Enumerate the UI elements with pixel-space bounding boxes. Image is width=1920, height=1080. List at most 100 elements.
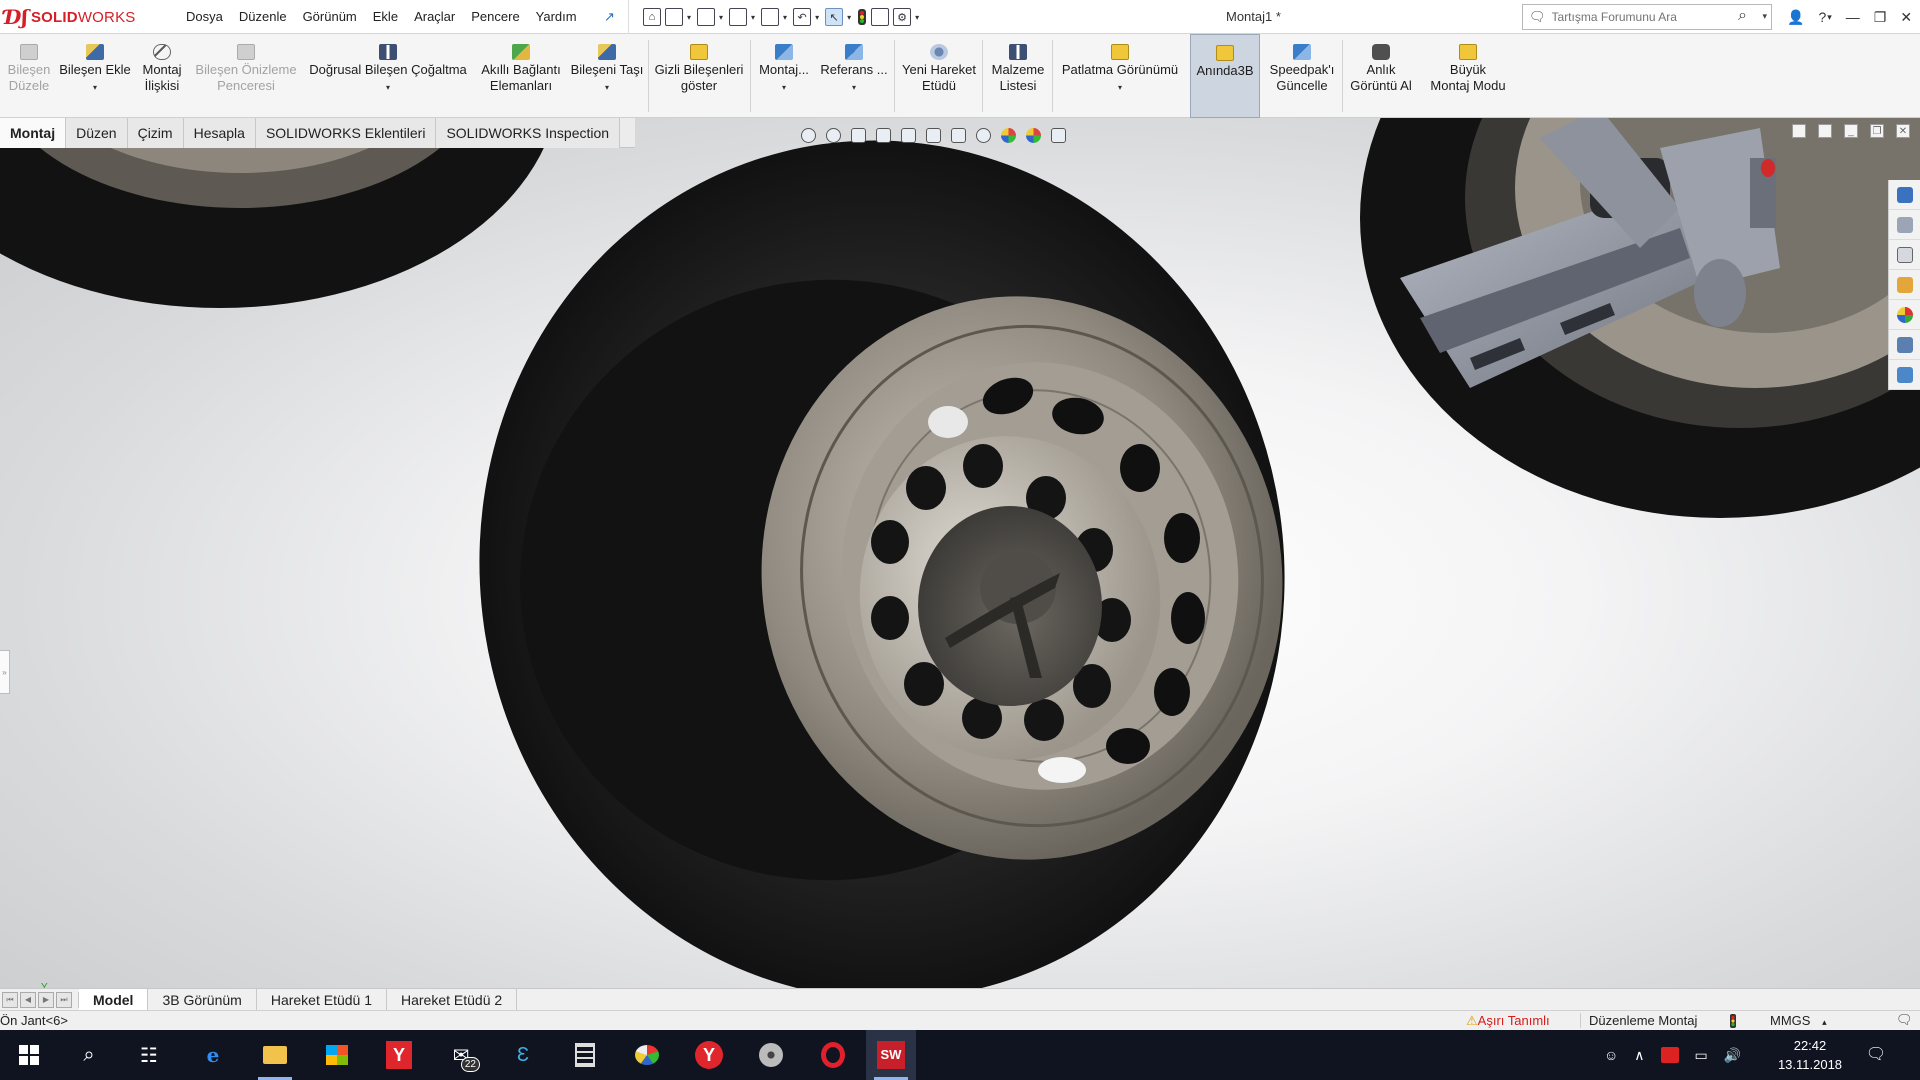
volume-icon[interactable]: 🔊 — [1724, 1047, 1741, 1064]
save-icon[interactable] — [729, 8, 748, 26]
file-explorer-tab[interactable] — [1889, 240, 1920, 270]
tab-solidworks-eklentileri[interactable]: SOLIDWORKS Eklentileri — [255, 118, 437, 148]
opera-browser-icon[interactable] — [808, 1030, 858, 1080]
menu-gorunum[interactable]: Görünüm — [295, 0, 365, 34]
move-component-button[interactable]: Bileşeni Taşı ▾ — [570, 34, 644, 118]
mail-icon[interactable]: ✉ 22 — [436, 1030, 486, 1080]
show-hidden-components-button[interactable]: Gizli Bileşenleri göster — [652, 34, 746, 118]
microsoft-store-icon[interactable] — [312, 1030, 362, 1080]
apply-scene-icon[interactable] — [1026, 127, 1041, 143]
forum-search-input[interactable] — [1551, 10, 1722, 24]
paint-icon[interactable] — [622, 1030, 672, 1080]
viewport-tile-icon[interactable] — [1792, 124, 1806, 138]
start-button[interactable] — [4, 1030, 54, 1080]
pin-menu-icon[interactable]: ↗ — [604, 9, 615, 25]
tab-montaj[interactable]: Montaj — [0, 118, 67, 148]
viewport-minimize-icon[interactable]: _ — [1844, 124, 1858, 138]
large-assembly-mode-button[interactable]: Büyük Montaj Modu — [1420, 34, 1516, 118]
take-snapshot-button[interactable]: Anlık Görüntü Al — [1344, 34, 1418, 118]
calculator-icon[interactable] — [560, 1030, 610, 1080]
search-icon[interactable]: ⌕ — [1738, 7, 1747, 25]
reference-geometry-button[interactable]: Referans ... ▾ — [816, 34, 892, 118]
user-account-icon[interactable]: 👤 — [1787, 9, 1804, 26]
print-dropdown-icon[interactable]: ▾ — [783, 13, 787, 22]
tray-overflow-icon[interactable]: ∧ — [1634, 1047, 1644, 1064]
exploded-view-dropdown-icon[interactable]: ▾ — [1118, 80, 1122, 96]
close-icon[interactable]: ✕ — [1900, 9, 1912, 26]
select-cursor-icon[interactable]: ↖ — [825, 8, 844, 26]
custom-properties-tab[interactable] — [1889, 330, 1920, 360]
display-style-icon[interactable] — [951, 127, 966, 143]
file-explorer-icon[interactable] — [250, 1030, 300, 1080]
tab-motion-study-1[interactable]: Hareket Etüdü 1 — [257, 988, 387, 1011]
menu-pencere[interactable]: Pencere — [463, 0, 527, 34]
solidworks-resources-tab[interactable] — [1889, 180, 1920, 210]
appearances-tab[interactable] — [1889, 300, 1920, 330]
graphics-area[interactable]: » Y X Z — [0, 118, 1920, 988]
file-properties-icon[interactable] — [871, 8, 890, 26]
options-dropdown-icon[interactable]: ▾ — [915, 13, 919, 22]
undo-icon[interactable]: ↶ — [793, 8, 812, 26]
rebuild-status-icon[interactable] — [1730, 1014, 1736, 1031]
tab-cizim[interactable]: Çizim — [127, 118, 184, 148]
view-settings-icon[interactable] — [1051, 127, 1066, 143]
design-library-tab[interactable] — [1889, 210, 1920, 240]
feature-manager-expander[interactable]: » — [0, 650, 10, 694]
linear-pattern-button[interactable]: Doğrusal Bileşen Çoğaltma ▾ — [304, 34, 472, 118]
hide-show-items-icon[interactable] — [976, 127, 991, 143]
solidworks-logo[interactable]: Ɗʃ SOLIDWORKS — [4, 2, 154, 32]
exploded-view-button[interactable]: Patlatma Görünümü ▾ — [1056, 34, 1184, 118]
move-component-dropdown-icon[interactable]: ▾ — [605, 80, 609, 96]
zoom-to-fit-icon[interactable] — [801, 127, 816, 143]
open-dropdown-icon[interactable]: ▾ — [719, 13, 723, 22]
viewport-split-icon[interactable] — [1818, 124, 1832, 138]
tab-solidworks-inspection[interactable]: SOLIDWORKS Inspection — [436, 118, 621, 148]
new-document-icon[interactable] — [665, 8, 683, 26]
edit-component-button[interactable]: Bileşen Düzele — [6, 34, 52, 118]
help-icon[interactable]: ? — [1818, 9, 1826, 25]
view-orientation-icon[interactable] — [926, 127, 941, 143]
forum-tab[interactable] — [1889, 360, 1920, 390]
menu-duzenle[interactable]: Düzenle — [231, 0, 295, 34]
action-center-icon[interactable]: 🗨 — [1864, 1042, 1888, 1066]
minimize-icon[interactable]: — — [1846, 9, 1860, 25]
linear-pattern-dropdown-icon[interactable]: ▾ — [386, 80, 390, 96]
viewport-close-icon[interactable]: ✕ — [1896, 124, 1910, 138]
battery-icon[interactable]: ▭ — [1695, 1047, 1708, 1064]
assembly-features-button[interactable]: Montaj... ▾ — [754, 34, 814, 118]
menu-araclar[interactable]: Araçlar — [406, 0, 463, 34]
zoom-to-area-icon[interactable] — [826, 127, 841, 143]
home-icon[interactable]: ⌂ — [643, 8, 661, 26]
edge-browser-icon[interactable]: e — [188, 1030, 238, 1080]
task-view-icon[interactable]: ☷ — [124, 1030, 174, 1080]
undo-dropdown-icon[interactable]: ▾ — [815, 13, 819, 22]
open-folder-icon[interactable] — [697, 8, 716, 26]
previous-tab-icon[interactable]: ◀ — [20, 991, 36, 1008]
mate-button[interactable]: Montaj İlişkisi — [136, 34, 188, 118]
new-motion-study-button[interactable]: Yeni Hareket Etüdü — [898, 34, 980, 118]
print-icon[interactable] — [761, 8, 780, 26]
section-view-icon[interactable] — [876, 127, 891, 143]
over-defined-warning[interactable]: ⚠Aşırı Tanımlı — [1466, 1013, 1550, 1029]
tab-3d-view[interactable]: 3B Görünüm — [148, 988, 257, 1011]
insert-component-button[interactable]: Bileşen Ekle ▾ — [56, 34, 134, 118]
assembly-features-dropdown-icon[interactable]: ▾ — [782, 80, 786, 96]
view-palette-tab[interactable] — [1889, 270, 1920, 300]
component-preview-button[interactable]: Bileşen Önizleme Penceresi — [192, 34, 300, 118]
edit-appearance-icon[interactable] — [1001, 127, 1016, 143]
rebuild-traffic-light-icon[interactable] — [857, 8, 867, 26]
antivirus-tray-icon[interactable] — [1660, 1047, 1679, 1063]
tab-hesapla[interactable]: Hesapla — [183, 118, 256, 148]
first-tab-icon[interactable]: ⏮ — [2, 991, 18, 1008]
menu-yardim[interactable]: Yardım — [528, 0, 585, 34]
insert-component-dropdown-icon[interactable]: ▾ — [93, 80, 97, 96]
comment-icon[interactable]: 🗨 — [1896, 1012, 1913, 1028]
dynamic-annotation-icon[interactable] — [901, 127, 916, 143]
options-gear-icon[interactable]: ⚙ — [893, 8, 912, 26]
solidworks-taskbar-icon[interactable]: SW — [866, 1030, 916, 1080]
instant3d-button[interactable]: Anında3B — [1190, 34, 1260, 118]
people-icon[interactable]: ☺ — [1604, 1047, 1618, 1063]
cad-app-icon[interactable]: Ɛ — [498, 1030, 548, 1080]
yandex-app-icon[interactable]: Y — [374, 1030, 424, 1080]
yandex-browser-icon[interactable]: Y — [684, 1030, 734, 1080]
